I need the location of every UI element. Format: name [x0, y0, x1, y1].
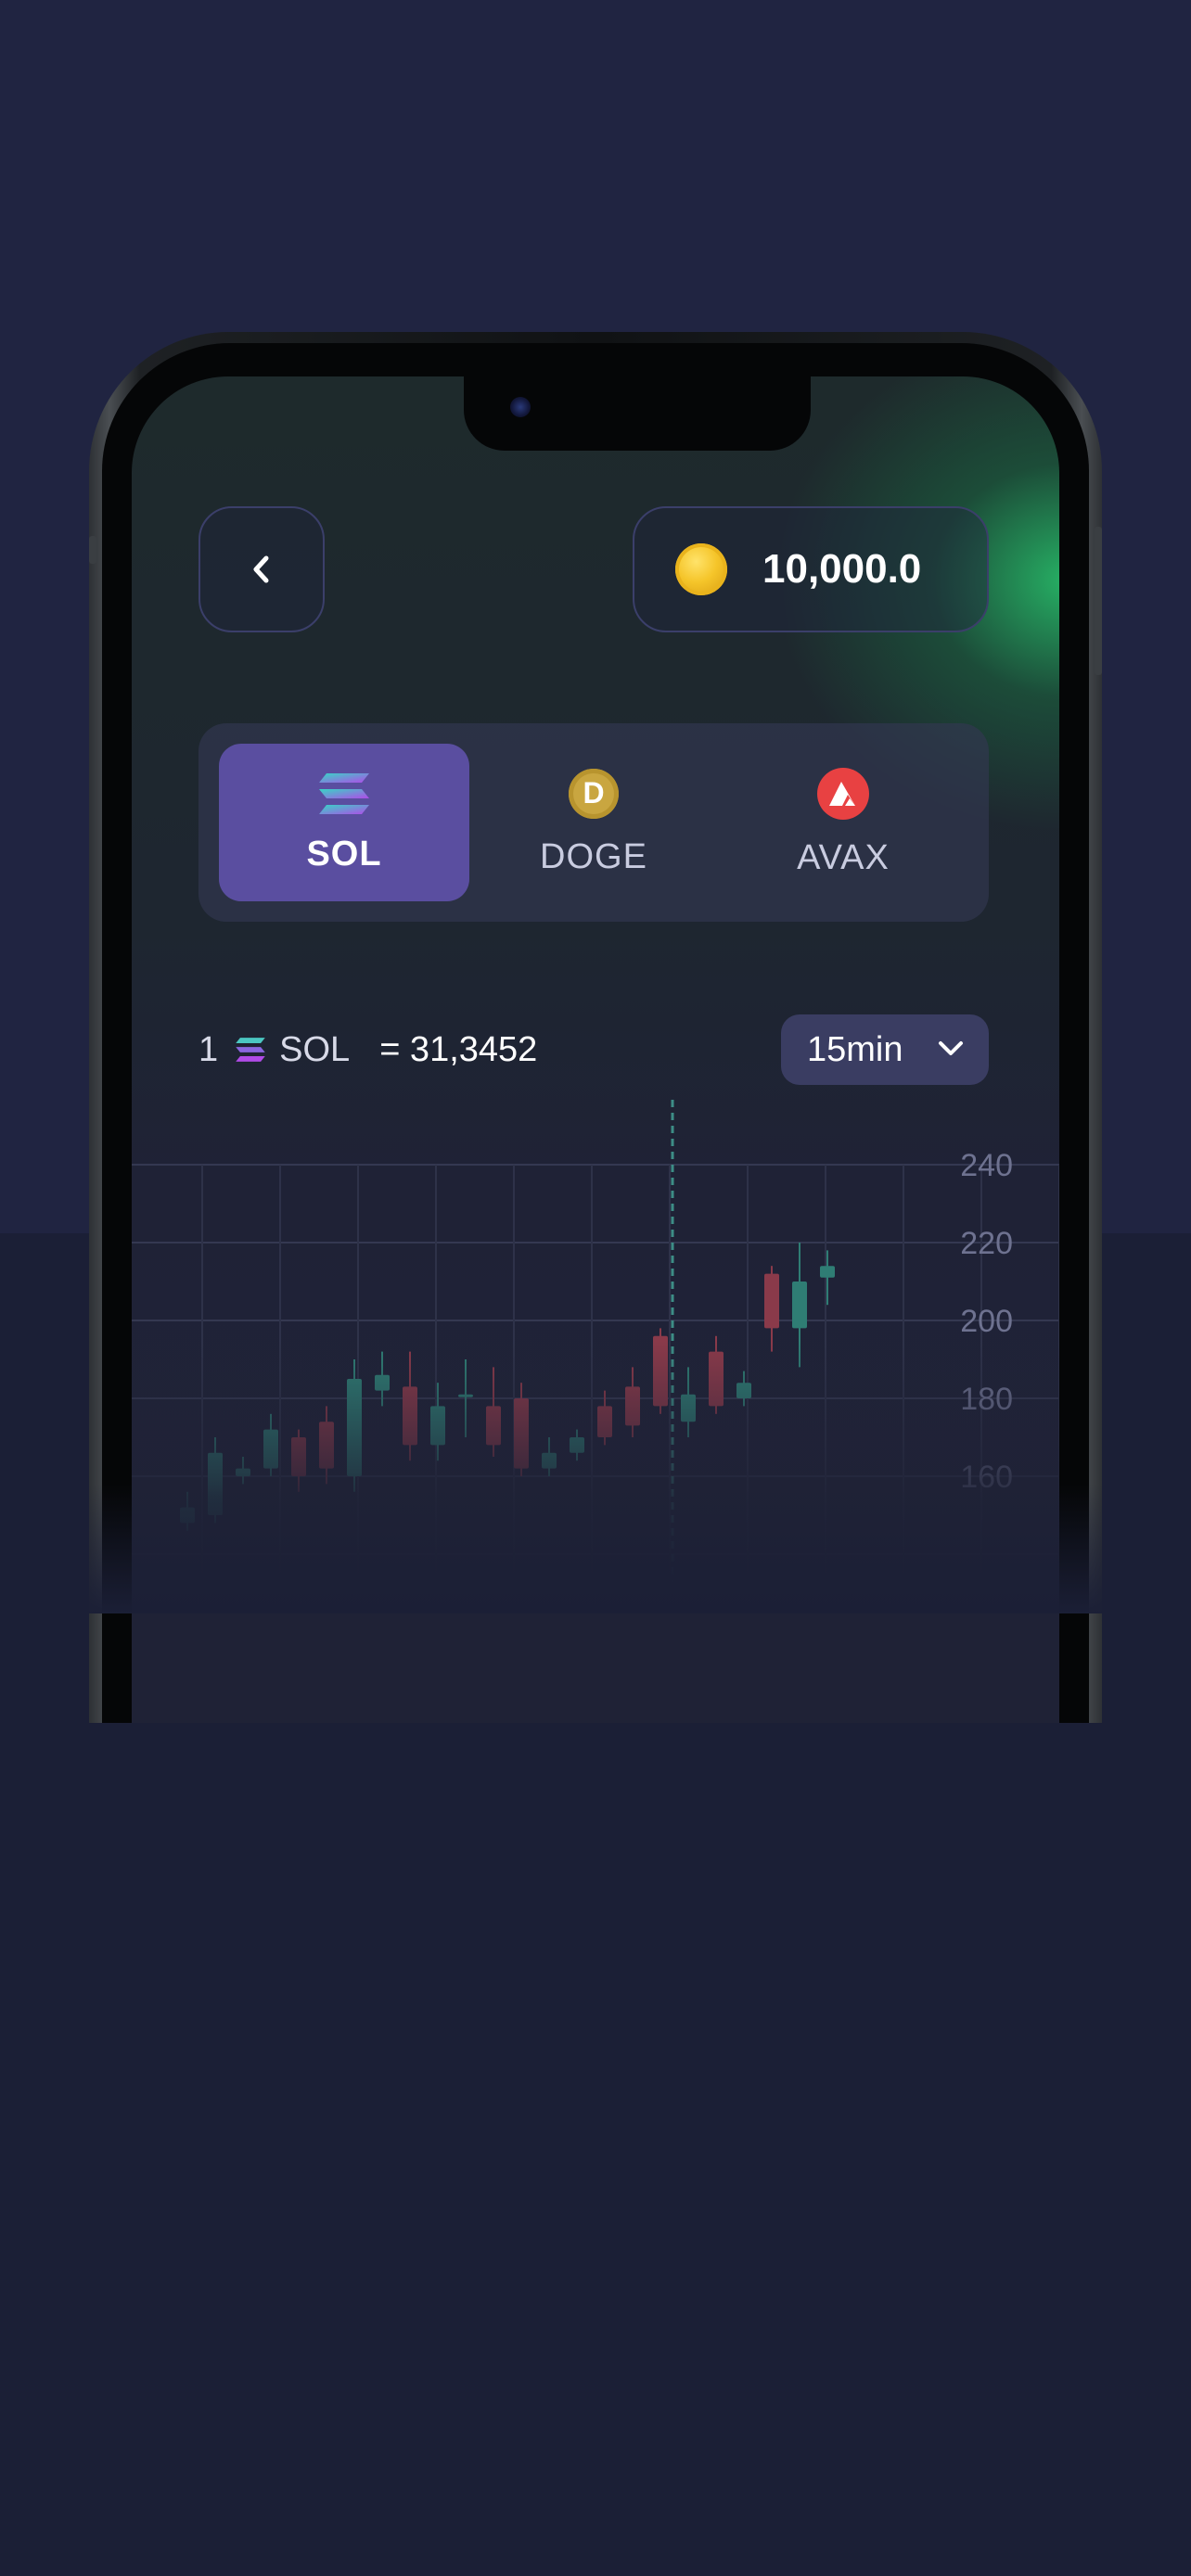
- rate-value: = 31,3452: [379, 1029, 538, 1069]
- interval-select[interactable]: 15min: [781, 1014, 989, 1085]
- side-button: [89, 536, 96, 564]
- notch: [464, 376, 811, 451]
- interval-value: 15min: [807, 1029, 903, 1069]
- y-tick-label: 200: [960, 1304, 1013, 1339]
- solana-icon: [319, 772, 369, 814]
- tab-sol[interactable]: SOL: [219, 744, 469, 901]
- exchange-rate: 1 SOL = 31,3452: [198, 1014, 537, 1085]
- rate-symbol: SOL: [279, 1029, 351, 1069]
- tab-label: DOGE: [540, 836, 647, 876]
- chevron-down-icon: [939, 1041, 963, 1055]
- rate-amount: 1: [198, 1029, 219, 1069]
- y-tick-label: 240: [960, 1148, 1013, 1183]
- bottom-fade: [0, 1484, 1191, 1613]
- back-button[interactable]: [198, 506, 325, 632]
- tab-label: AVAX: [797, 837, 890, 877]
- avalanche-icon: [817, 767, 869, 820]
- balance-pill[interactable]: 10,000.0: [633, 506, 989, 632]
- solana-icon: [236, 1038, 265, 1062]
- y-tick-label: 220: [960, 1226, 1013, 1261]
- tab-doge[interactable]: D DOGE: [468, 744, 719, 901]
- tab-avax[interactable]: AVAX: [718, 744, 968, 901]
- front-camera: [510, 397, 531, 417]
- candle-body: [820, 1266, 835, 1278]
- tab-label: SOL: [306, 834, 382, 874]
- coin-icon: [675, 543, 727, 595]
- candle-body: [792, 1282, 807, 1329]
- chevron-left-icon: [253, 555, 269, 583]
- side-button: [1095, 527, 1102, 675]
- dogecoin-icon: D: [569, 768, 619, 819]
- balance-value: 10,000.0: [762, 546, 922, 592]
- candle-body: [764, 1273, 779, 1329]
- coin-tabs: SOL D DOGE AVAX: [198, 723, 989, 922]
